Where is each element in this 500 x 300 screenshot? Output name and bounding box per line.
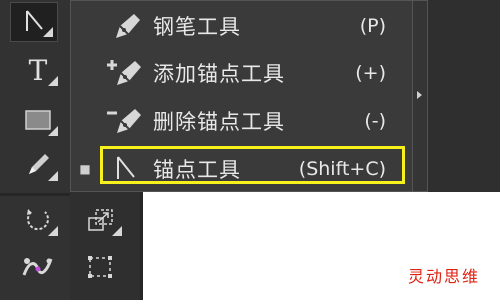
menu-item-shortcut: (+) [355,62,386,84]
menu-item-anchor-point-tool[interactable]: ■ 锚点工具 (Shift+C) [71,145,412,193]
puppet-warp-icon [22,258,53,276]
panel-divider [0,193,70,196]
selected-mark-icon: ■ [79,162,91,176]
rotate-tool[interactable] [14,200,62,240]
menu-item-add-anchor-point-tool[interactable]: 添加锚点工具 (+) [71,49,412,97]
anchor-point-icon [99,153,153,185]
menu-item-shortcut: (P) [359,15,386,37]
tools-panel: T [0,0,122,300]
watermark-text: 灵动思维 [407,267,480,286]
menu-item-pen-tool[interactable]: 钢笔工具 (P) [71,2,412,50]
flyout-expand-strip[interactable] [413,0,428,192]
tool-flyout-indicator [48,76,58,86]
free-transform-tool[interactable] [76,246,126,286]
pen-tool-icon [99,10,153,42]
add-anchor-point-icon [99,57,153,89]
puppet-warp-tool[interactable] [14,246,62,286]
rectangle-tool[interactable] [14,100,62,140]
type-tool[interactable]: T [14,50,62,90]
delete-anchor-point-icon [99,105,153,137]
direct-selection-tool[interactable] [10,2,58,42]
menu-item-delete-anchor-point-tool[interactable]: 删除锚点工具 (-) [71,97,412,145]
tool-flyout-indicator [43,27,53,37]
type-icon: T [28,53,48,87]
menu-item-label: 删除锚点工具 [153,110,285,134]
free-transform-icon [88,256,112,278]
tool-flyout-indicator [48,171,58,181]
pen-tool-flyout-menu: 钢笔工具 (P) 添加锚点工具 (+) 删除锚点工具 (-) ■ 锚点工具 (S… [70,0,413,192]
tool-flyout-indicator [112,226,122,236]
chevron-right-icon [417,91,422,99]
menu-item-shortcut: (Shift+C) [298,158,386,180]
pencil-tool[interactable] [14,145,62,185]
tool-flyout-indicator [48,226,58,236]
tool-flyout-indicator [48,126,58,136]
menu-item-label: 添加锚点工具 [153,62,285,86]
app-window: T 钢笔工具 (P) 添加锚点工具 (+) 删除锚点工具 (-) ■ 锚点工具 … [0,0,500,300]
arrow-icon [26,10,43,31]
menu-item-label: 锚点工具 [153,158,241,182]
menu-item-label: 钢笔工具 [153,15,241,39]
menu-item-shortcut: (-) [364,110,386,132]
scale-tool[interactable] [76,200,126,240]
